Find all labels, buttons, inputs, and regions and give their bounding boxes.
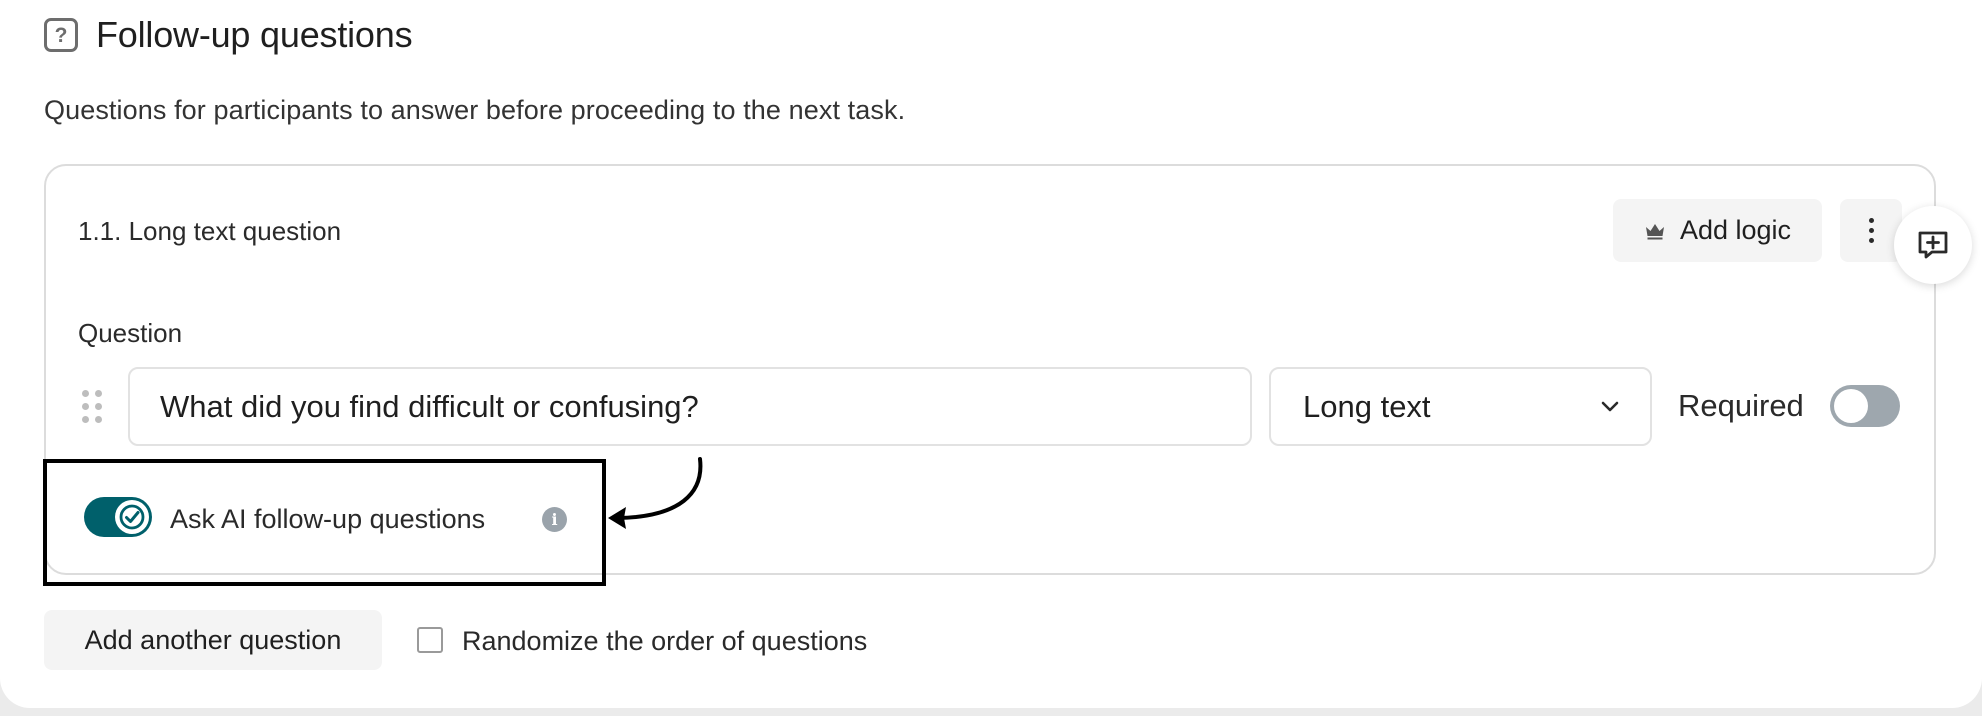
question-card: 1.1. Long text question Add logic Questi…: [44, 164, 1936, 575]
required-toggle[interactable]: [1830, 385, 1900, 427]
section-description: Questions for participants to answer bef…: [44, 95, 906, 125]
question-type-select[interactable]: Long text: [1269, 367, 1652, 446]
more-vertical-icon: [1868, 218, 1874, 223]
question-card-title: 1.1. Long text question: [78, 216, 342, 246]
check-icon: [119, 504, 145, 530]
ai-followup-toggle[interactable]: [84, 497, 152, 537]
add-comment-icon: [1918, 231, 1948, 259]
chevron-down-icon: [1601, 401, 1619, 411]
question-square-icon: ?: [44, 18, 78, 52]
more-options-button[interactable]: [1840, 199, 1902, 262]
toggle-knob: [115, 500, 149, 534]
annotation-arrow-icon: [608, 457, 703, 529]
randomize-label: Randomize the order of questions: [462, 626, 868, 656]
add-logic-button[interactable]: Add logic: [1613, 199, 1822, 262]
question-input[interactable]: [128, 367, 1252, 446]
crown-icon: [1645, 223, 1664, 239]
info-icon[interactable]: i: [542, 507, 567, 532]
add-another-question-button[interactable]: Add another question: [44, 610, 382, 670]
ai-followup-label: Ask AI follow-up questions: [170, 504, 486, 534]
question-type-value: Long text: [1303, 388, 1431, 424]
section-title: Follow-up questions: [96, 14, 413, 55]
section-header: ? Follow-up questions: [44, 14, 413, 56]
question-label: Question: [78, 318, 183, 348]
add-logic-label: Add logic: [1679, 215, 1792, 245]
toggle-knob: [1834, 389, 1868, 423]
drag-handle-icon[interactable]: [82, 390, 102, 423]
add-comment-button[interactable]: [1894, 206, 1972, 284]
required-label: Required: [1678, 388, 1804, 423]
randomize-checkbox[interactable]: [417, 627, 443, 653]
